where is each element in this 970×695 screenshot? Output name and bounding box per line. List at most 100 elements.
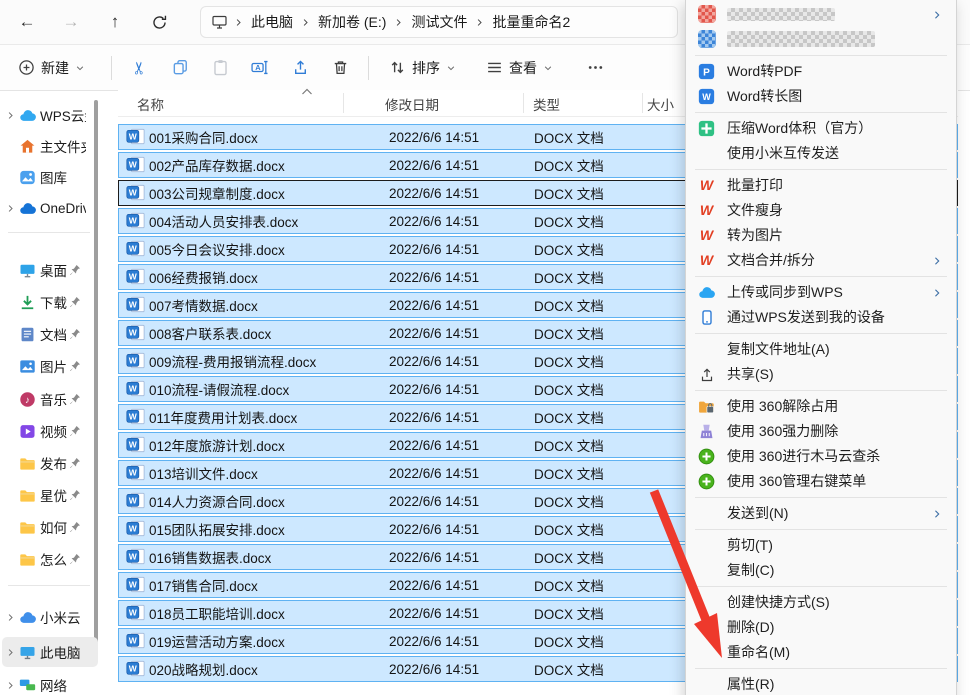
cut-button[interactable]: ✂ xyxy=(120,51,160,85)
sidebar-item-folder-ruhe[interactable]: 如何 xyxy=(2,512,98,542)
sidebar-item-folder-xingyou[interactable]: 星优 xyxy=(2,480,98,510)
menu-item-mi-share-send[interactable]: 使用小米互传发送 xyxy=(689,141,953,166)
menu-item-properties[interactable]: 属性(R) xyxy=(689,672,953,695)
chevron-right-icon[interactable] xyxy=(4,613,16,622)
file-name: 001采购合同.docx xyxy=(149,131,258,146)
sidebar-item-wps-cloud[interactable]: WPS云盘 xyxy=(2,100,98,130)
address-bar[interactable]: 此电脑 新加卷 (E:) 测试文件 批量重命名2 xyxy=(200,6,678,38)
forward-button[interactable]: → xyxy=(54,6,88,38)
breadcrumb-item[interactable]: 批量重命名2 xyxy=(486,10,576,34)
wps-logo-icon: W xyxy=(699,202,714,218)
column-header-name[interactable]: 名称 xyxy=(137,94,164,114)
menu-item-wps-send-to-device[interactable]: 通过WPS发送到我的设备 xyxy=(689,305,953,330)
menu-item-cut[interactable]: 剪切(T) xyxy=(689,533,953,558)
sidebar-item-folder-zenme[interactable]: 怎么 xyxy=(2,544,98,574)
refresh-button[interactable] xyxy=(142,6,176,38)
menu-item-send-to[interactable]: 发送到(N) xyxy=(689,501,953,526)
menu-item-delete[interactable]: 删除(D) xyxy=(689,615,953,640)
column-header-date-modified[interactable]: 修改日期 xyxy=(385,94,439,114)
menu-item-censored-2[interactable] xyxy=(689,27,953,52)
chevron-right-icon[interactable] xyxy=(4,681,16,690)
submenu-arrow-icon xyxy=(932,280,942,305)
menu-item-360-unlock[interactable]: 使用 360解除占用 xyxy=(689,394,953,419)
file-type: DOCX 文档 xyxy=(534,523,604,538)
sidebar-item-desktop[interactable]: 桌面 xyxy=(2,255,98,285)
sidebar-item-videos[interactable]: 视频 xyxy=(2,416,98,446)
chevron-right-icon[interactable] xyxy=(4,648,16,657)
view-button[interactable]: 查看 xyxy=(478,53,561,83)
delete-button[interactable] xyxy=(320,51,360,85)
column-header-type[interactable]: 类型 xyxy=(533,94,560,114)
sidebar-item-home-folder[interactable]: 主文件夹 xyxy=(2,131,98,161)
breadcrumb-item[interactable]: 测试文件 xyxy=(405,10,473,34)
sidebar-item-documents[interactable]: 文档 xyxy=(2,319,98,349)
chevron-right-icon[interactable] xyxy=(4,111,16,120)
pin-icon xyxy=(69,296,81,308)
menu-item-rename[interactable]: 重命名(M) xyxy=(689,640,953,665)
sidebar-divider xyxy=(8,585,90,586)
copy-button[interactable] xyxy=(160,51,200,85)
compress-badge-icon xyxy=(698,120,715,137)
up-button[interactable]: ↑ xyxy=(98,6,132,38)
menu-item-copy-file-address[interactable]: 复制文件地址(A) xyxy=(689,337,953,362)
menu-item-360-context-menu-manager[interactable]: 使用 360管理右键菜单 xyxy=(689,469,953,494)
menu-item-360-trojan-scan[interactable]: 使用 360进行木马云查杀 xyxy=(689,444,953,469)
menu-item-convert-to-image[interactable]: W 转为图片 xyxy=(689,223,953,248)
context-menu: P Word转PDF W Word转长图 压缩Word体积（官方） 使用小米互传发送 W 批量… xyxy=(685,0,957,695)
back-button[interactable]: ← xyxy=(10,6,44,38)
menu-divider xyxy=(695,668,947,669)
pin-icon xyxy=(69,264,81,276)
sidebar-item-downloads[interactable]: 下载 xyxy=(2,287,98,317)
share-button[interactable] xyxy=(280,51,320,85)
cut-icon: ✂ xyxy=(130,60,149,75)
sidebar-item-label: 图库 xyxy=(40,171,67,186)
column-divider[interactable] xyxy=(642,93,643,113)
menu-item-word-to-pdf[interactable]: P Word转PDF xyxy=(689,59,953,84)
rename-button[interactable]: A xyxy=(240,51,280,85)
word-file-icon: W xyxy=(126,604,145,621)
menu-divider xyxy=(695,390,947,391)
copy-icon xyxy=(172,59,189,76)
file-type: DOCX 文档 xyxy=(534,551,604,566)
word-file-icon: W xyxy=(126,436,145,453)
sort-button[interactable]: 排序 xyxy=(381,53,464,83)
breadcrumb: 此电脑 新加卷 (E:) 测试文件 批量重命名2 xyxy=(232,10,576,34)
column-header-size[interactable]: 大小 xyxy=(647,94,674,114)
menu-item-upload-sync-wps[interactable]: 上传或同步到WPS xyxy=(689,280,953,305)
breadcrumb-item[interactable]: 新加卷 (E:) xyxy=(312,10,392,34)
menu-item-batch-print[interactable]: W 批量打印 xyxy=(689,173,953,198)
sidebar-item-label: 此电脑 xyxy=(40,646,81,661)
sidebar-item-pictures[interactable]: 图片 xyxy=(2,351,98,381)
menu-item-360-force-delete[interactable]: 使用 360强力删除 xyxy=(689,419,953,444)
word-file-icon: W xyxy=(126,352,145,369)
file-type: DOCX 文档 xyxy=(534,355,604,370)
videos-icon xyxy=(19,423,36,440)
menu-item-compress-word-size[interactable]: 压缩Word体积（官方） xyxy=(689,116,953,141)
more-options-button[interactable] xyxy=(575,51,615,85)
sidebar-item-mi-cloud[interactable]: 小米云 xyxy=(2,602,98,632)
menu-item-censored-1[interactable] xyxy=(689,2,953,27)
menu-item-word-to-long-image[interactable]: W Word转长图 xyxy=(689,84,953,109)
sidebar-item-gallery[interactable]: 图库 xyxy=(2,162,98,192)
column-divider[interactable] xyxy=(523,93,524,113)
sidebar-item-onedrive[interactable]: OneDrive xyxy=(2,193,98,223)
file-name: 006经费报销.docx xyxy=(149,271,258,286)
sidebar-item-folder-fabu[interactable]: 发布 xyxy=(2,448,98,478)
breadcrumb-item[interactable]: 此电脑 xyxy=(245,10,299,34)
menu-item-file-slim[interactable]: W 文件瘦身 xyxy=(689,198,953,223)
chevron-right-icon[interactable] xyxy=(4,204,16,213)
menu-item-copy[interactable]: 复制(C) xyxy=(689,558,953,583)
censored-label xyxy=(727,8,835,21)
menu-item-create-shortcut[interactable]: 创建快捷方式(S) xyxy=(689,590,953,615)
pin-icon xyxy=(69,425,81,437)
paste-button[interactable] xyxy=(200,51,240,85)
sidebar-item-this-pc[interactable]: 此电脑 xyxy=(2,637,98,667)
sidebar-item-network[interactable]: 网络 xyxy=(2,670,98,695)
column-divider[interactable] xyxy=(343,93,344,113)
sidebar-item-music[interactable]: ♪ 音乐 xyxy=(2,384,98,414)
menu-item-doc-merge-split[interactable]: W 文档合并/拆分 xyxy=(689,248,953,273)
menu-item-label: 批量打印 xyxy=(727,177,783,193)
new-button[interactable]: 新建 xyxy=(10,53,93,83)
menu-item-label: 复制文件地址(A) xyxy=(727,341,830,357)
menu-item-share[interactable]: 共享(S) xyxy=(689,362,953,387)
